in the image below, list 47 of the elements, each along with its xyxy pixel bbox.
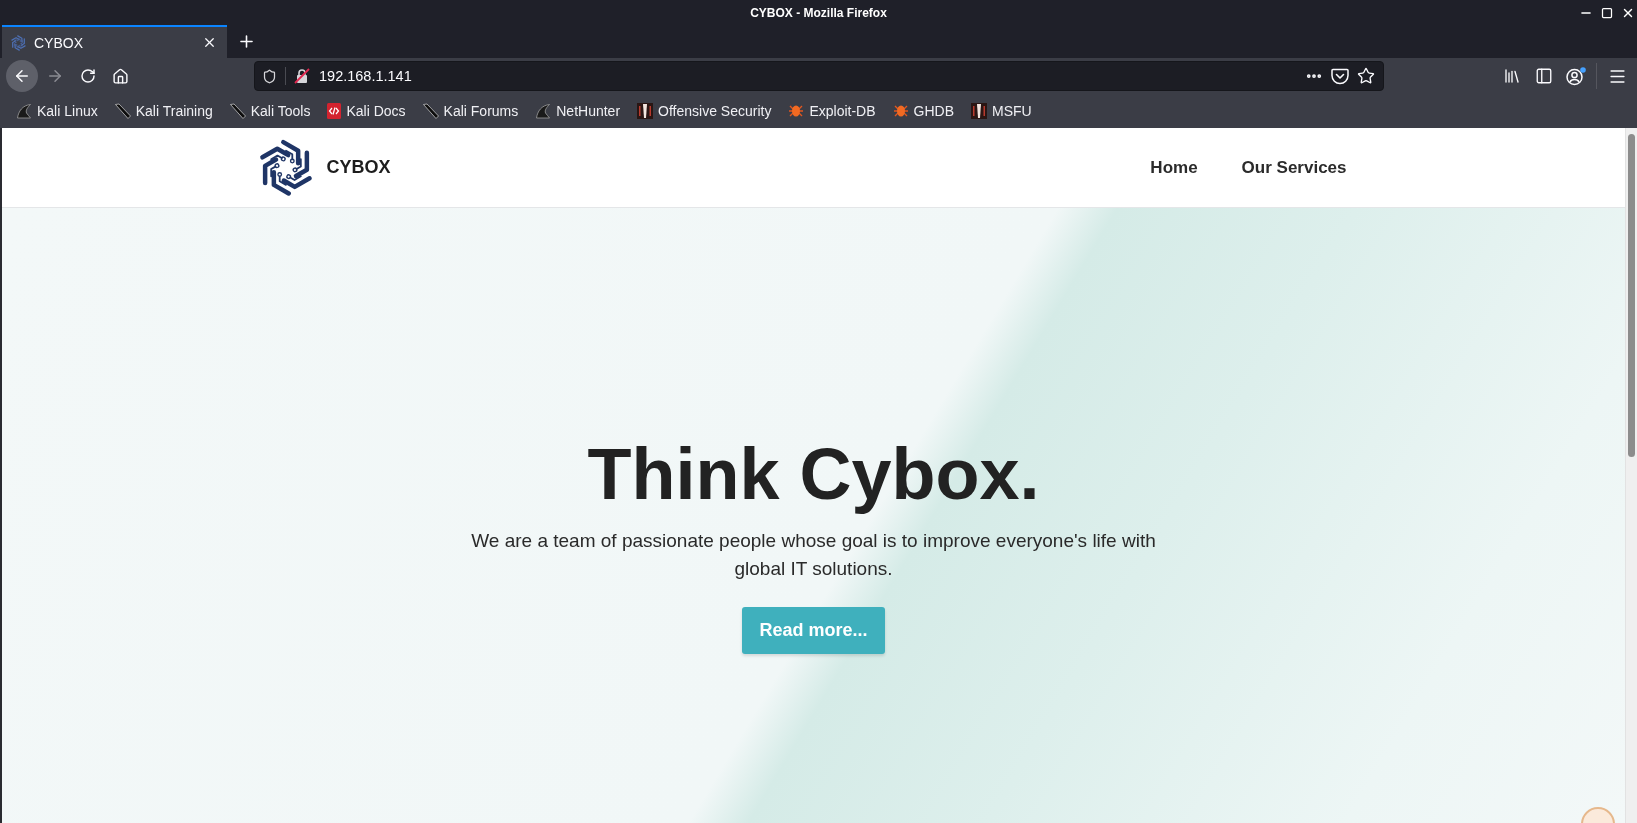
new-tab-icon[interactable]	[237, 32, 256, 51]
star-icon[interactable]	[1357, 67, 1375, 85]
close-icon[interactable]	[202, 35, 217, 50]
back-button[interactable]	[6, 60, 38, 92]
bookmark-link[interactable]: MSFU	[967, 100, 1036, 122]
bookmark-link[interactable]: Offensive Security	[633, 100, 776, 122]
nav-link[interactable]: Home	[1128, 149, 1220, 186]
logo-icon	[258, 138, 313, 197]
bookmark-link[interactable]: Kali Tools	[225, 100, 315, 122]
browser-tab[interactable]: CYBOX	[2, 25, 227, 58]
scrollbar-thumb[interactable]	[1628, 134, 1635, 457]
account-icon[interactable]	[1566, 66, 1586, 86]
library-icon[interactable]	[1503, 67, 1521, 85]
bug-icon	[788, 104, 805, 118]
hero-text: We are a team of passionate people whose goal is to improve everyone's life with global IT solutions.	[470, 529, 1157, 582]
sidebar-icon[interactable]	[1535, 67, 1553, 85]
knife-icon	[229, 103, 246, 119]
bookmark-link[interactable]: Exploit-DB	[784, 100, 880, 122]
bookmark-link[interactable]: NetHunter	[531, 100, 625, 122]
logo-icon	[11, 34, 26, 51]
dragon-icon	[16, 103, 32, 119]
bookmark-link[interactable]: GHDB	[888, 100, 958, 122]
bookmark-link[interactable]: Kali Docs	[323, 100, 410, 122]
code-document-icon	[327, 103, 342, 119]
nav-link[interactable]: Our Services	[1219, 149, 1369, 186]
pillar-tile-icon	[971, 103, 987, 119]
tab-title: CYBOX	[34, 34, 84, 51]
home-icon[interactable]	[111, 67, 129, 85]
pocket-icon[interactable]	[1331, 67, 1349, 85]
maximize-icon[interactable]	[1601, 6, 1613, 19]
bookmark-link[interactable]: Kali Forums	[418, 100, 523, 122]
address-bar[interactable]: 192.168.1.141	[254, 61, 1384, 91]
lock-slash-icon[interactable]	[294, 68, 310, 84]
dragon-icon	[535, 103, 552, 119]
bug-icon	[892, 104, 909, 118]
arrow-right-icon	[46, 67, 64, 85]
brand-name[interactable]: CYBOX	[326, 157, 391, 178]
bookmark-link[interactable]: Kali Training	[110, 100, 217, 122]
window-title: CYBOX - Mozilla Firefox	[750, 5, 887, 20]
bookmark-link[interactable]: Kali Linux	[12, 100, 102, 122]
hero-heading: Think Cybox.	[587, 432, 1040, 516]
url-text: 192.168.1.141	[319, 68, 413, 84]
shield-icon[interactable]	[262, 68, 277, 84]
pillar-tile-icon	[637, 103, 654, 119]
knife-icon	[422, 103, 439, 119]
reload-icon[interactable]	[80, 68, 96, 84]
knife-icon	[114, 103, 131, 119]
